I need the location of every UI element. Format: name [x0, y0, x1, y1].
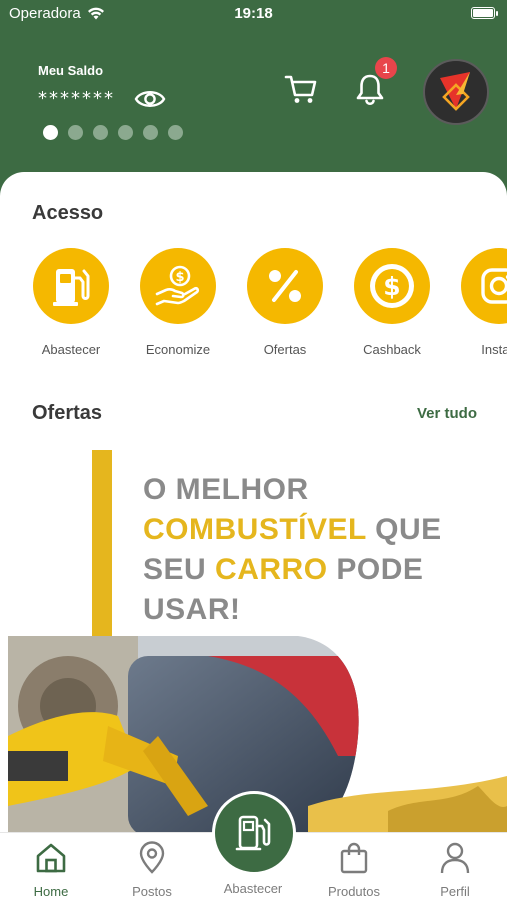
- page-indicator: [43, 125, 183, 140]
- page-dot[interactable]: [68, 125, 83, 140]
- balance-label: Meu Saldo: [38, 63, 104, 78]
- brand-logo-icon: [440, 72, 470, 111]
- nav-label: Abastecer: [223, 881, 283, 896]
- nav-perfil[interactable]: Perfil: [410, 841, 500, 899]
- user-icon: [440, 842, 470, 874]
- shortcut-label: Abastecer: [41, 342, 101, 357]
- shopping-bag-icon: [340, 842, 368, 874]
- access-section-title: Acesso: [32, 202, 104, 224]
- access-shortcuts: Abastecer $ Economize Ofertas $ Cashback…: [33, 248, 507, 368]
- page-dot[interactable]: [93, 125, 108, 140]
- banner-line: USAR!: [143, 593, 241, 626]
- cart-icon[interactable]: [284, 73, 318, 105]
- shortcut-label: Cashback: [363, 342, 421, 357]
- notification-badge: 1: [375, 57, 397, 79]
- fuel-pump-icon: [53, 269, 90, 306]
- percent-icon: [269, 270, 301, 302]
- map-pin-icon: [139, 841, 165, 874]
- dollar-coin-icon: $: [370, 264, 414, 308]
- banner-line: COMBUSTÍVEL QUE: [143, 513, 442, 546]
- shortcut-label: Instag: [481, 342, 507, 357]
- avatar[interactable]: [423, 59, 489, 125]
- shortcut-economize[interactable]: $ Economize: [123, 248, 233, 357]
- banner-line: O MELHOR: [143, 473, 309, 506]
- svg-text:$: $: [383, 272, 400, 301]
- see-all-link[interactable]: Ver tudo: [417, 405, 477, 422]
- home-icon: [36, 843, 66, 873]
- nav-home[interactable]: Home: [6, 841, 96, 899]
- shortcut-label: Economize: [145, 342, 211, 357]
- status-bar: Operadora 19:18: [0, 0, 507, 30]
- main-content: Acesso Abastecer $ Economize Ofertas $ C…: [0, 172, 507, 832]
- balance-value: *******: [38, 88, 115, 109]
- page-dot[interactable]: [143, 125, 158, 140]
- nav-postos[interactable]: Postos: [107, 841, 197, 899]
- nav-abastecer[interactable]: Abastecer: [208, 881, 298, 896]
- nav-label: Postos: [132, 884, 172, 899]
- nav-produtos[interactable]: Produtos: [309, 841, 399, 899]
- clock: 19:18: [234, 5, 273, 22]
- shortcut-ofertas[interactable]: Ofertas: [230, 248, 340, 357]
- hand-coin-icon: $: [155, 265, 200, 306]
- banner-line: SEU CARRO PODE: [143, 553, 424, 586]
- shortcut-cashback[interactable]: $ Cashback: [337, 248, 447, 357]
- instagram-icon: [481, 268, 507, 304]
- svg-text:$: $: [175, 270, 184, 285]
- nav-label: Perfil: [440, 884, 470, 899]
- fuel-pump-icon: [235, 815, 271, 851]
- banner-headline: O MELHOR COMBUSTÍVEL QUE SEU CARRO PODE …: [143, 470, 483, 630]
- banner-stripe: [92, 450, 112, 640]
- refuel-fab[interactable]: [212, 791, 296, 875]
- shortcut-instagram[interactable]: Instag: [444, 248, 507, 357]
- shortcut-label: Ofertas: [263, 342, 307, 357]
- eye-icon[interactable]: [134, 86, 166, 112]
- battery-icon: [471, 7, 495, 19]
- nav-label: Home: [33, 884, 69, 899]
- nav-label: Produtos: [327, 884, 381, 899]
- offers-section-title: Ofertas: [32, 402, 103, 424]
- page-dot[interactable]: [118, 125, 133, 140]
- page-dot[interactable]: [43, 125, 58, 140]
- page-dot[interactable]: [168, 125, 183, 140]
- offer-banner[interactable]: O MELHOR COMBUSTÍVEL QUE SEU CARRO PODE …: [8, 450, 507, 832]
- shortcut-abastecer[interactable]: Abastecer: [16, 248, 126, 357]
